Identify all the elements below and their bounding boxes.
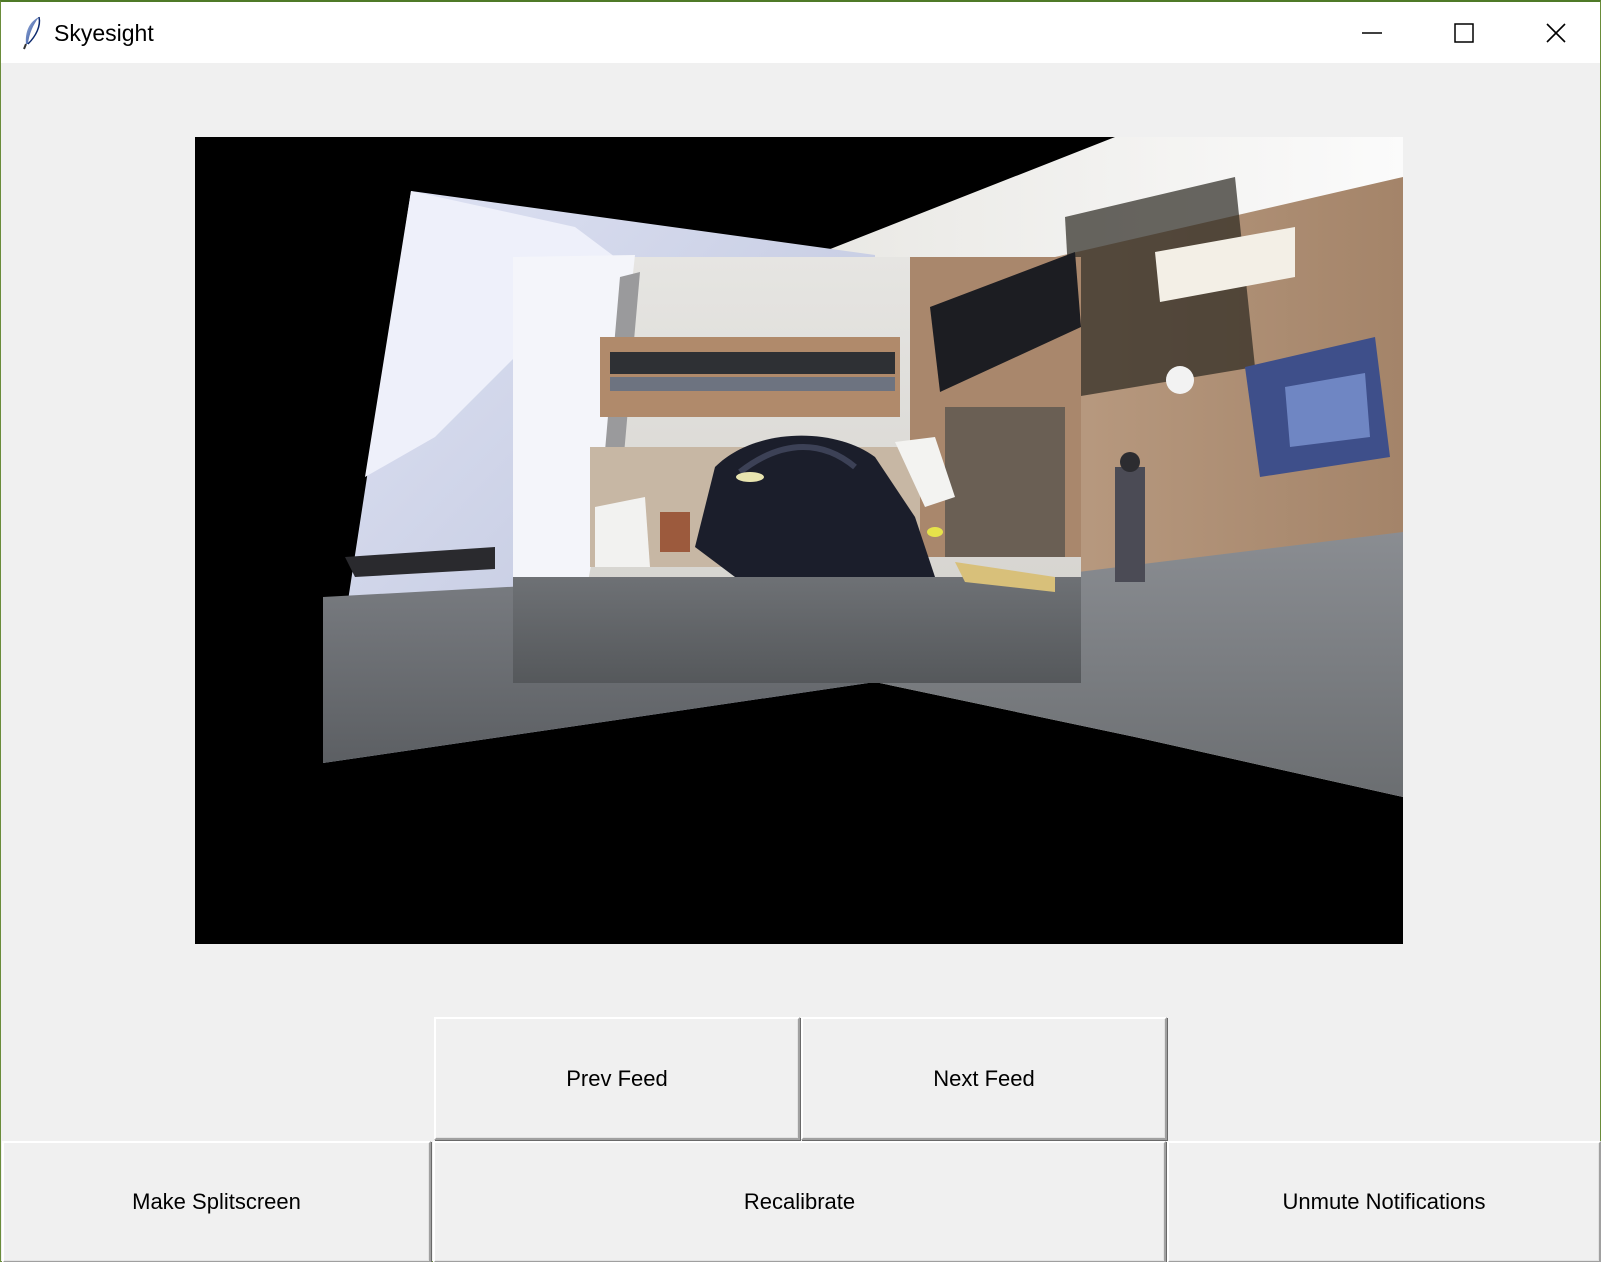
- unmute-notifications-button[interactable]: Unmute Notifications: [1167, 1141, 1601, 1262]
- close-button[interactable]: [1510, 2, 1601, 63]
- maximize-button[interactable]: [1418, 2, 1510, 63]
- make-splitscreen-button[interactable]: Make Splitscreen: [2, 1141, 431, 1262]
- feather-icon: [21, 16, 43, 50]
- recalibrate-button[interactable]: Recalibrate: [433, 1141, 1166, 1262]
- close-icon: [1546, 22, 1566, 43]
- minimize-icon: [1362, 31, 1382, 34]
- app-window: Skyesight Prev Feed Next Feed Make Split…: [0, 0, 1601, 1262]
- camera-feed-view: [195, 137, 1403, 944]
- next-feed-button[interactable]: Next Feed: [801, 1017, 1167, 1140]
- stitched-panorama-image: [323, 137, 1403, 797]
- minimize-button[interactable]: [1326, 2, 1418, 63]
- maximize-icon: [1454, 22, 1474, 43]
- prev-feed-button[interactable]: Prev Feed: [434, 1017, 800, 1140]
- title-bar[interactable]: Skyesight: [1, 2, 1600, 63]
- window-title: Skyesight: [54, 20, 154, 46]
